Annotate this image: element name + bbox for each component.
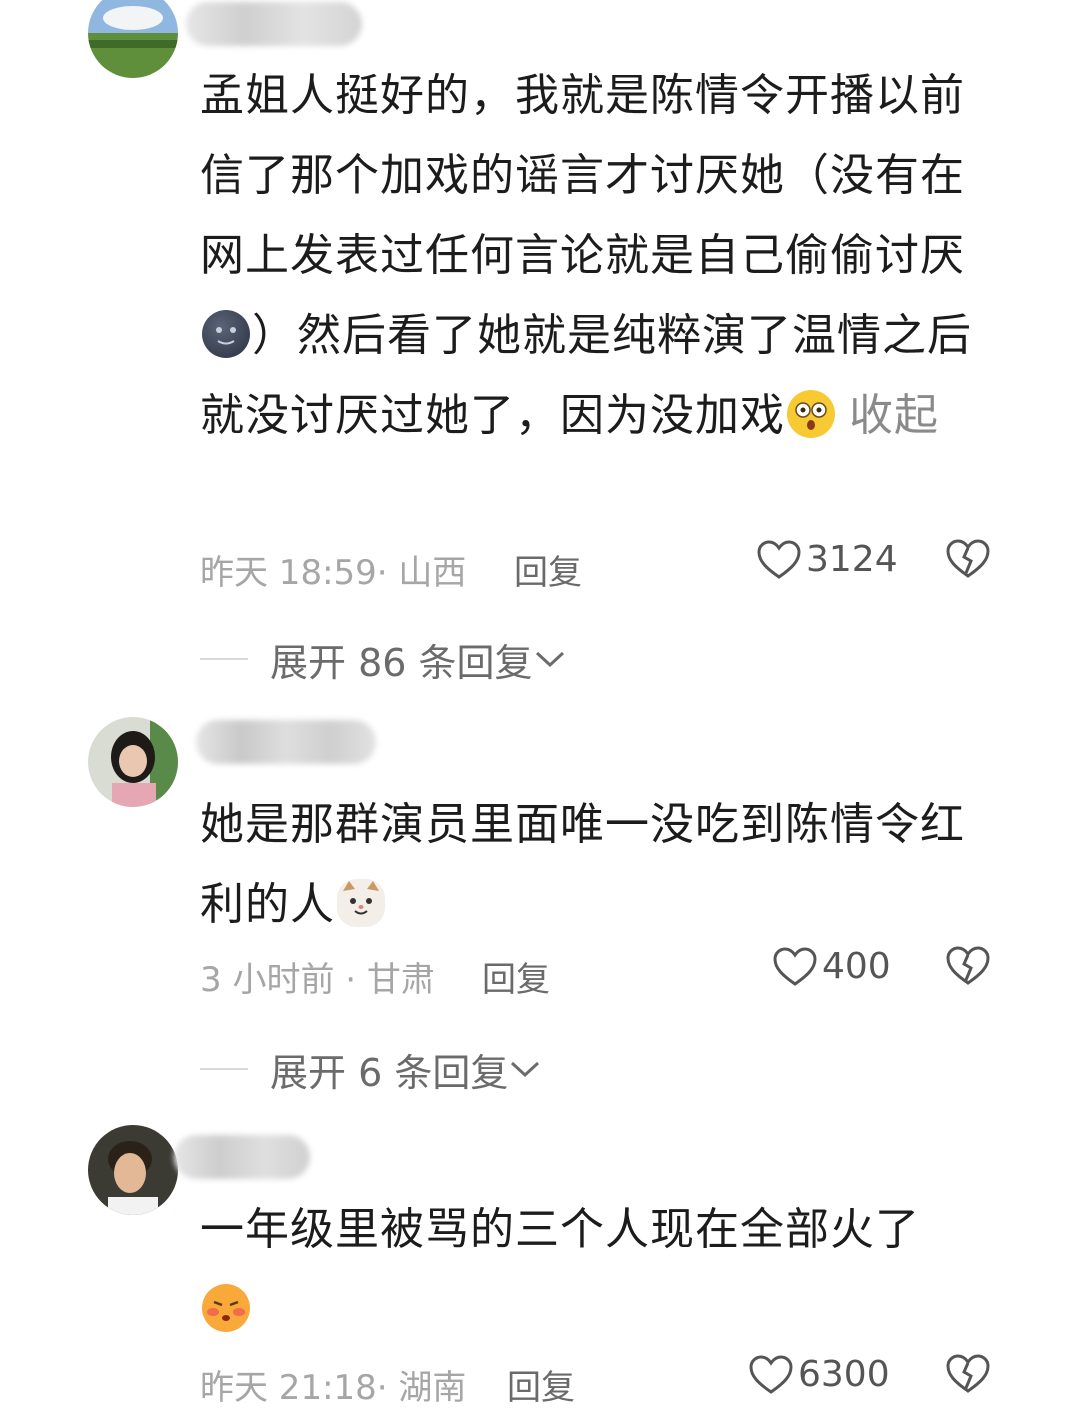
like-count: 6300 bbox=[798, 1354, 890, 1395]
expand-replies[interactable]: 展开 86 条回复 bbox=[200, 634, 567, 685]
like-button[interactable]: 6300 bbox=[748, 1354, 890, 1395]
reply-button[interactable]: 回复 bbox=[514, 545, 582, 594]
avatar[interactable] bbox=[88, 1125, 178, 1215]
heart-icon bbox=[757, 539, 801, 579]
avatar[interactable] bbox=[88, 717, 178, 807]
cat-face-icon bbox=[337, 879, 385, 927]
broken-heart-icon bbox=[946, 1354, 990, 1393]
collapse-link[interactable]: 收起 bbox=[849, 390, 939, 441]
username-blurred[interactable] bbox=[174, 1135, 310, 1179]
dislike-button[interactable] bbox=[945, 539, 991, 588]
person-avatar-icon bbox=[88, 1125, 178, 1215]
chevron-down-icon bbox=[535, 651, 564, 668]
avatar[interactable] bbox=[88, 0, 178, 78]
like-count: 400 bbox=[822, 946, 891, 987]
broken-heart-icon bbox=[946, 539, 990, 578]
shocked-face-icon bbox=[787, 390, 835, 438]
new-moon-face-icon bbox=[202, 310, 250, 358]
username-blurred[interactable] bbox=[186, 2, 362, 46]
comment-meta: 昨天 18:59· 山西 回复 3124 bbox=[200, 539, 1000, 595]
landscape-avatar-icon bbox=[88, 0, 178, 78]
chevron-down-icon bbox=[511, 1061, 540, 1078]
heart-icon bbox=[773, 946, 817, 986]
dislike-button[interactable] bbox=[945, 1354, 991, 1403]
time-location: 昨天 21:18· 湖南 bbox=[200, 1368, 467, 1408]
pouting-face-icon bbox=[202, 1284, 250, 1332]
broken-heart-icon bbox=[946, 946, 990, 985]
comment-text: 孟姐人挺好的，我就是陈情令开播以前信了那个加戏的谣言才讨厌她（没有在网上发表过任… bbox=[200, 70, 972, 441]
like-count: 3124 bbox=[806, 539, 898, 580]
divider-line bbox=[200, 1068, 248, 1070]
divider-line bbox=[200, 658, 248, 660]
expand-replies[interactable]: 展开 6 条回复 bbox=[200, 1044, 542, 1095]
comment-meta: 3 小时前 · 甘肃 回复 400 bbox=[200, 946, 1000, 1002]
like-button[interactable]: 3124 bbox=[756, 539, 898, 580]
comment-meta: 昨天 21:18· 湖南 回复 6300 bbox=[200, 1354, 1000, 1410]
comment-text: 一年级里被骂的三个人现在全部火了 bbox=[200, 1190, 980, 1350]
comment-text: 她是那群演员里面唯一没吃到陈情令红利的人 bbox=[200, 799, 965, 930]
person-avatar-icon bbox=[88, 717, 178, 807]
reply-button[interactable]: 回复 bbox=[507, 1360, 575, 1409]
time-location: 昨天 18:59· 山西 bbox=[200, 553, 467, 593]
heart-icon bbox=[749, 1354, 793, 1394]
reply-button[interactable]: 回复 bbox=[482, 952, 550, 1001]
username-blurred[interactable] bbox=[196, 720, 376, 764]
like-button[interactable]: 400 bbox=[772, 946, 891, 987]
time-location: 3 小时前 · 甘肃 bbox=[200, 960, 435, 1000]
dislike-button[interactable] bbox=[945, 946, 991, 995]
